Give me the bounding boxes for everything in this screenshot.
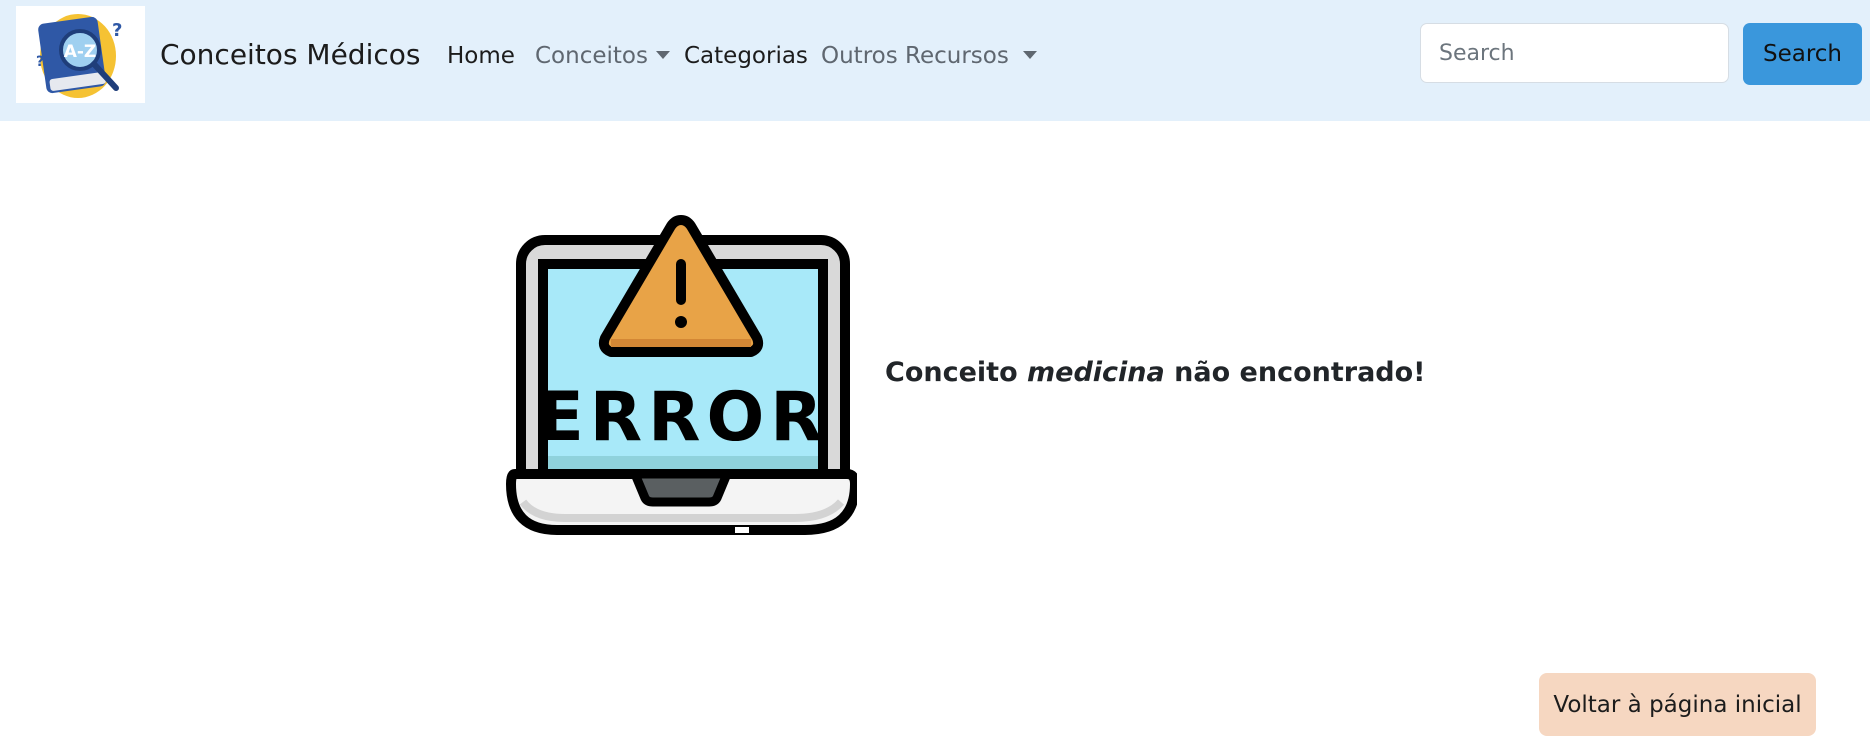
search-button[interactable]: Search xyxy=(1743,23,1862,85)
nav-home-link[interactable]: Home xyxy=(447,40,515,72)
nav-conceitos-label: Conceitos xyxy=(535,43,648,69)
search-input[interactable] xyxy=(1420,23,1729,83)
message-term: medicina xyxy=(1027,357,1165,388)
svg-text:?: ? xyxy=(112,20,122,41)
laptop-error-warning-icon: ERROR xyxy=(505,212,861,536)
nav-home-label: Home xyxy=(447,43,515,69)
message-prefix: Conceito xyxy=(885,357,1028,388)
not-found-message: Conceito medicina não encontrado! xyxy=(885,354,1425,392)
caret-down-icon xyxy=(655,51,670,59)
back-to-home-button[interactable]: Voltar à página inicial xyxy=(1539,673,1816,736)
svg-text:A-Z: A-Z xyxy=(64,42,97,62)
brand-title[interactable]: Conceitos Médicos xyxy=(160,36,420,74)
medical-dictionary-logo-icon[interactable]: A-Z ? ? xyxy=(16,6,145,103)
nav-categorias-label: Categorias xyxy=(684,43,808,69)
nav-outros-recursos-dropdown[interactable]: Outros Recursos xyxy=(821,40,1037,72)
navbar: A-Z ? ? Conceitos Médicos Home Conceitos… xyxy=(0,0,1870,121)
svg-text:?: ? xyxy=(36,54,44,70)
caret-down-icon xyxy=(1022,51,1037,59)
nav-conceitos-dropdown[interactable]: Conceitos xyxy=(535,40,670,72)
nav-categorias-link[interactable]: Categorias xyxy=(684,40,808,72)
message-suffix: não encontrado! xyxy=(1164,357,1426,388)
nav-outros-recursos-label: Outros Recursos xyxy=(821,43,1009,69)
error-label: ERROR xyxy=(537,378,828,457)
